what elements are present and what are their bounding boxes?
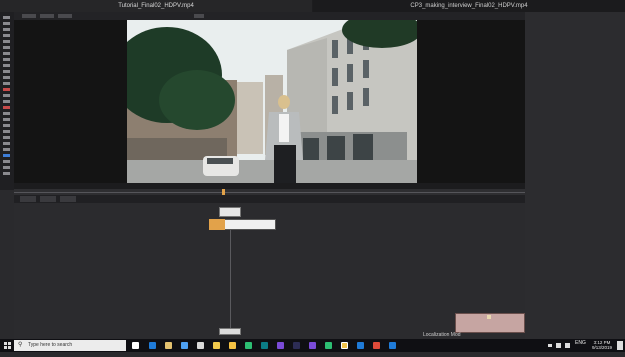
app-icon[interactable] xyxy=(309,342,316,349)
premiere-icon[interactable] xyxy=(293,342,300,349)
tab-cp3-making-interview[interactable]: CP3_making_interview_Final02_HDPV.mp4 xyxy=(313,0,625,12)
tool-icon[interactable] xyxy=(3,100,10,103)
node-connection-line xyxy=(230,230,231,330)
tray-arrow-icon[interactable] xyxy=(548,344,552,347)
tool-icon[interactable] xyxy=(3,148,10,151)
tool-icon[interactable] xyxy=(3,76,10,79)
inspector-panel xyxy=(525,12,625,339)
app-icon[interactable] xyxy=(245,342,252,349)
taskbar-search-box[interactable]: ⚲ Type here to search xyxy=(14,340,126,351)
tool-icon[interactable] xyxy=(3,58,10,61)
app-icon[interactable] xyxy=(325,342,332,349)
tool-icon[interactable] xyxy=(3,172,10,175)
search-icon: ⚲ xyxy=(18,342,23,348)
language-indicator[interactable]: ENG xyxy=(575,340,586,346)
network-icon[interactable] xyxy=(556,343,561,348)
clock[interactable]: 3:12 PM 9/13/2019 xyxy=(588,339,616,352)
volume-icon[interactable] xyxy=(565,343,570,348)
street-scene-image xyxy=(127,20,417,183)
system-tray-icons[interactable] xyxy=(548,341,576,350)
tool-icon[interactable] xyxy=(3,124,10,127)
chrome-icon[interactable] xyxy=(229,342,236,349)
tool-icon[interactable] xyxy=(3,88,10,91)
tool-icon[interactable] xyxy=(3,106,10,109)
tool-icon[interactable] xyxy=(3,118,10,121)
tab-tutorial-final02[interactable]: Tutorial_Final02_HDPV.mp4 xyxy=(0,0,312,12)
tab-nodes[interactable] xyxy=(20,196,36,202)
task-view-icon[interactable] xyxy=(132,342,139,349)
edge-icon[interactable] xyxy=(149,342,156,349)
tool-icon[interactable] xyxy=(3,136,10,139)
tab-keyframes[interactable] xyxy=(60,196,76,202)
app-icon[interactable] xyxy=(357,342,364,349)
localization-mod-thumbnail[interactable] xyxy=(455,313,525,333)
tool-icon[interactable] xyxy=(3,70,10,73)
tool-icon[interactable] xyxy=(3,34,10,37)
app-icon[interactable] xyxy=(261,342,268,349)
tool-icon[interactable] xyxy=(3,154,10,157)
clock-date: 9/13/2019 xyxy=(591,345,613,350)
tool-icon[interactable] xyxy=(3,52,10,55)
store-icon[interactable] xyxy=(181,342,188,349)
resolve-icon[interactable] xyxy=(341,342,348,349)
tool-icon[interactable] xyxy=(3,82,10,85)
tool-icon[interactable] xyxy=(3,16,10,19)
tool-icon[interactable] xyxy=(3,112,10,115)
localization-mod-label: Localization Mod xyxy=(423,332,461,338)
transport-controls[interactable] xyxy=(219,190,327,203)
merge-node[interactable] xyxy=(209,219,225,230)
tool-icon[interactable] xyxy=(3,142,10,145)
tool-icon[interactable] xyxy=(3,28,10,31)
app-icon[interactable] xyxy=(213,342,220,349)
start-button[interactable] xyxy=(0,339,14,352)
taskbar-search-placeholder: Type here to search xyxy=(28,342,73,348)
windows-logo-icon xyxy=(4,342,11,349)
viewer-toolbar xyxy=(14,12,525,20)
media-out-node[interactable] xyxy=(219,328,241,335)
tool-icon[interactable] xyxy=(3,130,10,133)
tool-icon[interactable] xyxy=(3,46,10,49)
tab-spline[interactable] xyxy=(40,196,56,202)
after-effects-icon[interactable] xyxy=(277,342,284,349)
viewer-toolbar-controls[interactable] xyxy=(14,12,525,20)
node-editor-header xyxy=(14,195,525,203)
media-in-node[interactable] xyxy=(219,207,241,217)
tool-icon[interactable] xyxy=(3,64,10,67)
file-explorer-icon[interactable] xyxy=(165,342,172,349)
tool-icon[interactable] xyxy=(3,94,10,97)
video-frame xyxy=(127,20,417,183)
tool-icon[interactable] xyxy=(3,40,10,43)
tool-icon[interactable] xyxy=(3,22,10,25)
mail-icon[interactable] xyxy=(197,342,204,349)
app-icon[interactable] xyxy=(389,342,396,349)
tool-icon[interactable] xyxy=(3,166,10,169)
tool-icon[interactable] xyxy=(3,160,10,163)
notifications-icon[interactable] xyxy=(617,341,623,350)
app-icon[interactable] xyxy=(373,342,380,349)
localization-mod-marker xyxy=(487,315,491,319)
